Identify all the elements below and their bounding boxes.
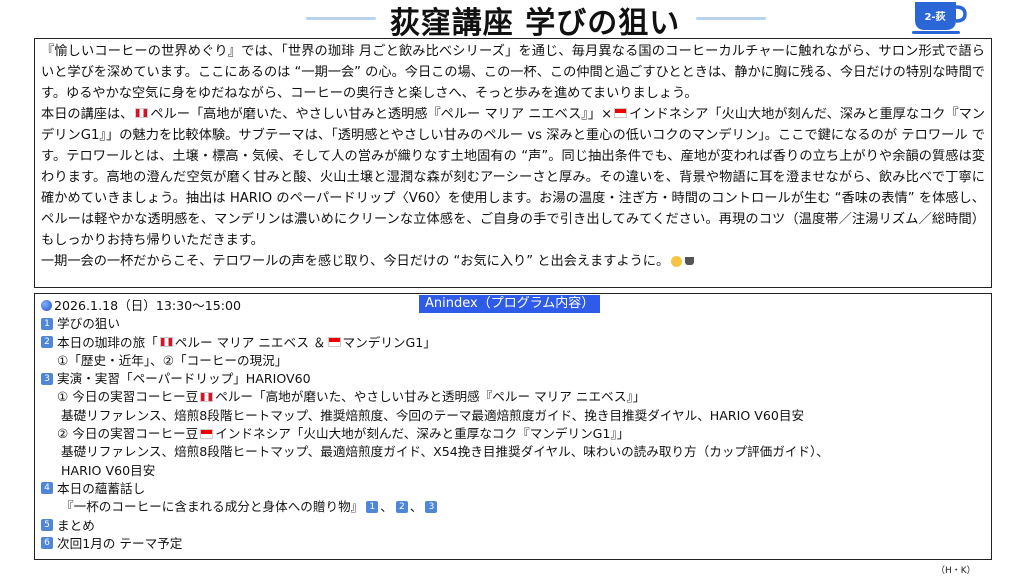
- number-1-icon: 1: [366, 500, 379, 513]
- agenda-item-1: 1 学びの狙い: [41, 315, 985, 333]
- number-6-icon: 6: [41, 537, 53, 550]
- agenda-subitem: ①「歴史・近年」、②「コーヒーの現況」: [57, 352, 288, 368]
- agenda-label: ペルー「高地が磨いた、やさしい甘みと透明感『ペルー マリア ニエベス』」: [215, 389, 646, 405]
- agenda-detail: HARIO V60目安: [61, 462, 156, 478]
- number-4-icon: 4: [41, 482, 53, 495]
- agenda-label: インドネシア「火山大地が刻んだ、深みと重厚なコク『マンデリンG1』」: [215, 426, 630, 442]
- agenda-label: 本日の蘊蓄話し: [57, 480, 146, 496]
- intro-paragraph-3: 一期一会の一杯だからこそ、テロワールの声を感じ取り、今日だけの “お気に入り” …: [41, 251, 985, 272]
- peru-flag-icon: [200, 391, 214, 402]
- peru-flag-icon: [159, 337, 173, 348]
- indonesia-flag-icon: [614, 108, 628, 118]
- agenda-label: 本日の珈琲の旅「: [57, 334, 158, 350]
- agenda-detail: 基礎リファレンス、焙煎8段階ヒートマップ、推奨焙煎度、今回のテーマ最適焙煎度ガイ…: [61, 407, 805, 423]
- number-5-icon: 5: [41, 519, 53, 532]
- number-3-icon: 3: [425, 500, 438, 513]
- blue-circle-icon: [41, 300, 52, 311]
- number-2-icon: 2: [395, 500, 408, 513]
- intro-paragraph-2: 本日の講座は、 ペルー「高地が磨いた、やさしい甘みと透明感『ペルー マリア ニエベ…: [41, 104, 985, 251]
- coffee-emoji-icon: [685, 257, 695, 265]
- section-badge: 2-荻: [924, 12, 946, 23]
- intro-text: 一期一会の一杯だからこそ、テロワールの声を感じ取り、今日だけの “お気に入り” …: [41, 254, 670, 269]
- program-heading: Anindex（プログラム内容）: [419, 295, 601, 313]
- agenda-detail: 基礎リファレンス、焙煎8段階ヒートマップ、最適焙煎度ガイド、X54挽き目推奨ダイ…: [61, 444, 829, 460]
- separator: 、: [380, 499, 393, 515]
- agenda-item-4: 4 本日の蘊蓄話し: [41, 480, 985, 498]
- agenda-label: マンデリンG1」: [342, 334, 436, 350]
- intro-text: 本日の講座は、: [41, 107, 134, 122]
- agenda-item-6: 6 次回1月の テーマ予定: [41, 535, 985, 553]
- smile-emoji-icon: [671, 255, 683, 267]
- page-title: 荻窪講座 学びの狙い: [389, 6, 681, 41]
- indonesia-flag-icon: [327, 337, 341, 348]
- agenda-label: ① 今日の実習コーヒー豆: [57, 389, 199, 405]
- program-date: 2026.1.18（日）13:30～15:00: [54, 298, 242, 313]
- intro-box: 『愉しいコーヒーの世界めぐり』では、「世界の珈琲 月ごと飲み比べシリーズ」を通じ…: [34, 38, 992, 288]
- agenda-label: 『一杯のコーヒーに含まれる成分と身体への贈り物』: [61, 499, 364, 515]
- agenda-label: 実演・実習「ペーパードリップ」HARIOV60: [57, 371, 311, 387]
- program-box: 2026.1.18（日）13:30～15:00 1 学びの狙い 2 本日の珈琲の旅「…: [34, 293, 992, 560]
- agenda-subitem: 『一杯のコーヒーに含まれる成分と身体への贈り物』 1、 2、 3: [41, 498, 985, 516]
- indonesia-flag-icon: [200, 428, 214, 439]
- agenda-label: 学びの狙い: [57, 316, 120, 332]
- agenda-label: ペルー マリア ニエベス ＆: [174, 334, 326, 350]
- peru-flag-icon: [135, 108, 149, 118]
- agenda-label: まとめ: [57, 517, 95, 533]
- intro-text: ペルー「高地が磨いた、やさしい甘みと透明感『ペルー マリア ニエベス』」×: [150, 107, 613, 122]
- separator: 、: [409, 499, 423, 515]
- author-credit: （H・K）: [936, 566, 976, 576]
- agenda-subitem: ② 今日の実習コーヒー豆 インドネシア「火山大地が刻んだ、深みと重厚なコク『マンデ…: [41, 425, 985, 443]
- intro-text: インドネシア「火山大地が刻んだ、深みと重厚なコク『マンデリンG1』」の魅力を比較…: [41, 107, 985, 248]
- agenda-label: ② 今日の実習コーヒー豆: [57, 426, 199, 442]
- intro-paragraph-1: 『愉しいコーヒーの世界めぐり』では、「世界の珈琲 月ごと飲み比べシリーズ」を通じ…: [41, 44, 985, 101]
- agenda-label: 次回1月の テーマ予定: [57, 535, 183, 551]
- agenda-item-2: 2 本日の珈琲の旅「 ペルー マリア ニエベス ＆ マンデリンG1」: [41, 334, 985, 352]
- number-2-icon: 2: [41, 336, 53, 349]
- agenda-item-3: 3 実演・実習「ペーパードリップ」HARIOV60: [41, 370, 985, 388]
- agenda-subitem: ① 今日の実習コーヒー豆 ペルー「高地が磨いた、やさしい甘みと透明感『ペルー マリ…: [41, 388, 985, 406]
- number-1-icon: 1: [41, 317, 53, 330]
- agenda-item-5: 5 まとめ: [41, 517, 985, 535]
- number-3-icon: 3: [41, 372, 53, 385]
